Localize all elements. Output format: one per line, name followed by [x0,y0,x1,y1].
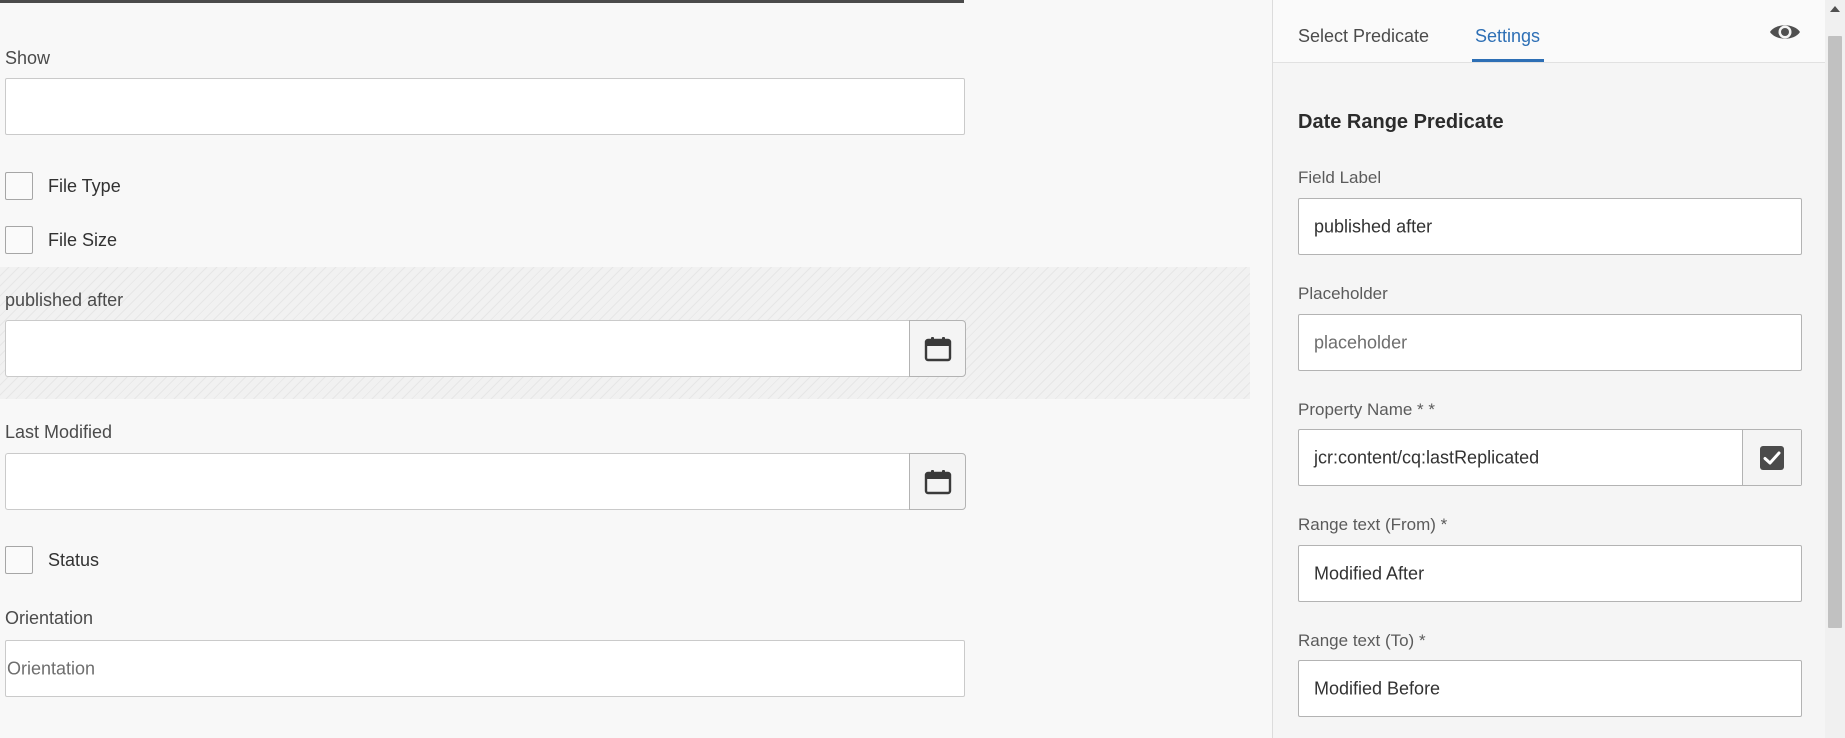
show-label: Show [5,48,51,68]
calendar-icon [924,469,951,494]
placeholder-input[interactable]: placeholder [1298,314,1802,371]
range-to-input[interactable]: Modified Before [1298,660,1802,717]
orientation-placeholder: Orientation [7,658,96,678]
file-size-label: File Size [48,230,118,250]
property-name-label: Property Name * * [1298,400,1435,419]
checkmark-icon [1760,445,1784,470]
range-from-input[interactable]: Modified After [1298,545,1802,602]
preview-button[interactable] [1768,20,1802,49]
range-from-label: Range text (From) * [1298,515,1448,534]
form-canvas: Show File Type File Size published after [0,0,1272,738]
settings-panel: Select Predicate Settings Date Range Pre… [1272,0,1826,738]
field-label-input[interactable]: published after [1298,198,1802,255]
last-modified-input[interactable] [5,453,909,510]
calendar-icon [924,336,951,361]
published-after-datepicker [5,320,966,377]
file-size-checkbox[interactable] [5,226,33,254]
show-field[interactable] [5,78,965,135]
range-to-label: Range text (To) * [1298,631,1426,650]
active-tab-indicator [1472,59,1544,62]
published-after-input[interactable] [5,320,909,377]
placeholder-label: Placeholder [1298,284,1388,303]
panel-tabs: Select Predicate Settings [1273,0,1826,63]
placeholder-input-placeholder: placeholder [1314,332,1408,352]
panel-scrollbar[interactable] [1825,0,1845,738]
orientation-label: Orientation [5,608,94,628]
field-label-label: Field Label [1298,168,1382,187]
app-root: Show File Type File Size published after [0,0,1845,738]
property-name-value: jcr:content/cq:lastReplicated [1314,447,1540,467]
published-after-label: published after [5,290,124,310]
scroll-up-arrow-icon[interactable] [1830,6,1840,12]
orientation-field[interactable]: Orientation [5,640,965,697]
eye-icon [1770,25,1800,39]
property-name-input[interactable]: jcr:content/cq:lastReplicated [1298,429,1802,486]
last-modified-calendar-button[interactable] [909,453,966,510]
status-checkbox[interactable] [5,546,33,574]
panel-title: Date Range Predicate [1298,111,1504,133]
property-name-checkbox[interactable] [1742,430,1801,485]
field-label-value: published after [1314,216,1433,236]
published-after-calendar-button[interactable] [909,320,966,377]
tab-settings[interactable]: Settings [1475,26,1540,47]
last-modified-label: Last Modified [5,422,113,442]
scrollbar-thumb[interactable] [1828,36,1842,628]
last-modified-datepicker [5,453,966,510]
range-from-value: Modified After [1314,563,1425,583]
file-type-checkbox[interactable] [5,172,33,200]
canvas-top-divider [0,0,964,3]
file-type-label: File Type [48,176,121,196]
range-to-value: Modified Before [1314,678,1441,698]
tab-select-predicate[interactable]: Select Predicate [1298,26,1429,47]
status-label: Status [48,550,100,570]
